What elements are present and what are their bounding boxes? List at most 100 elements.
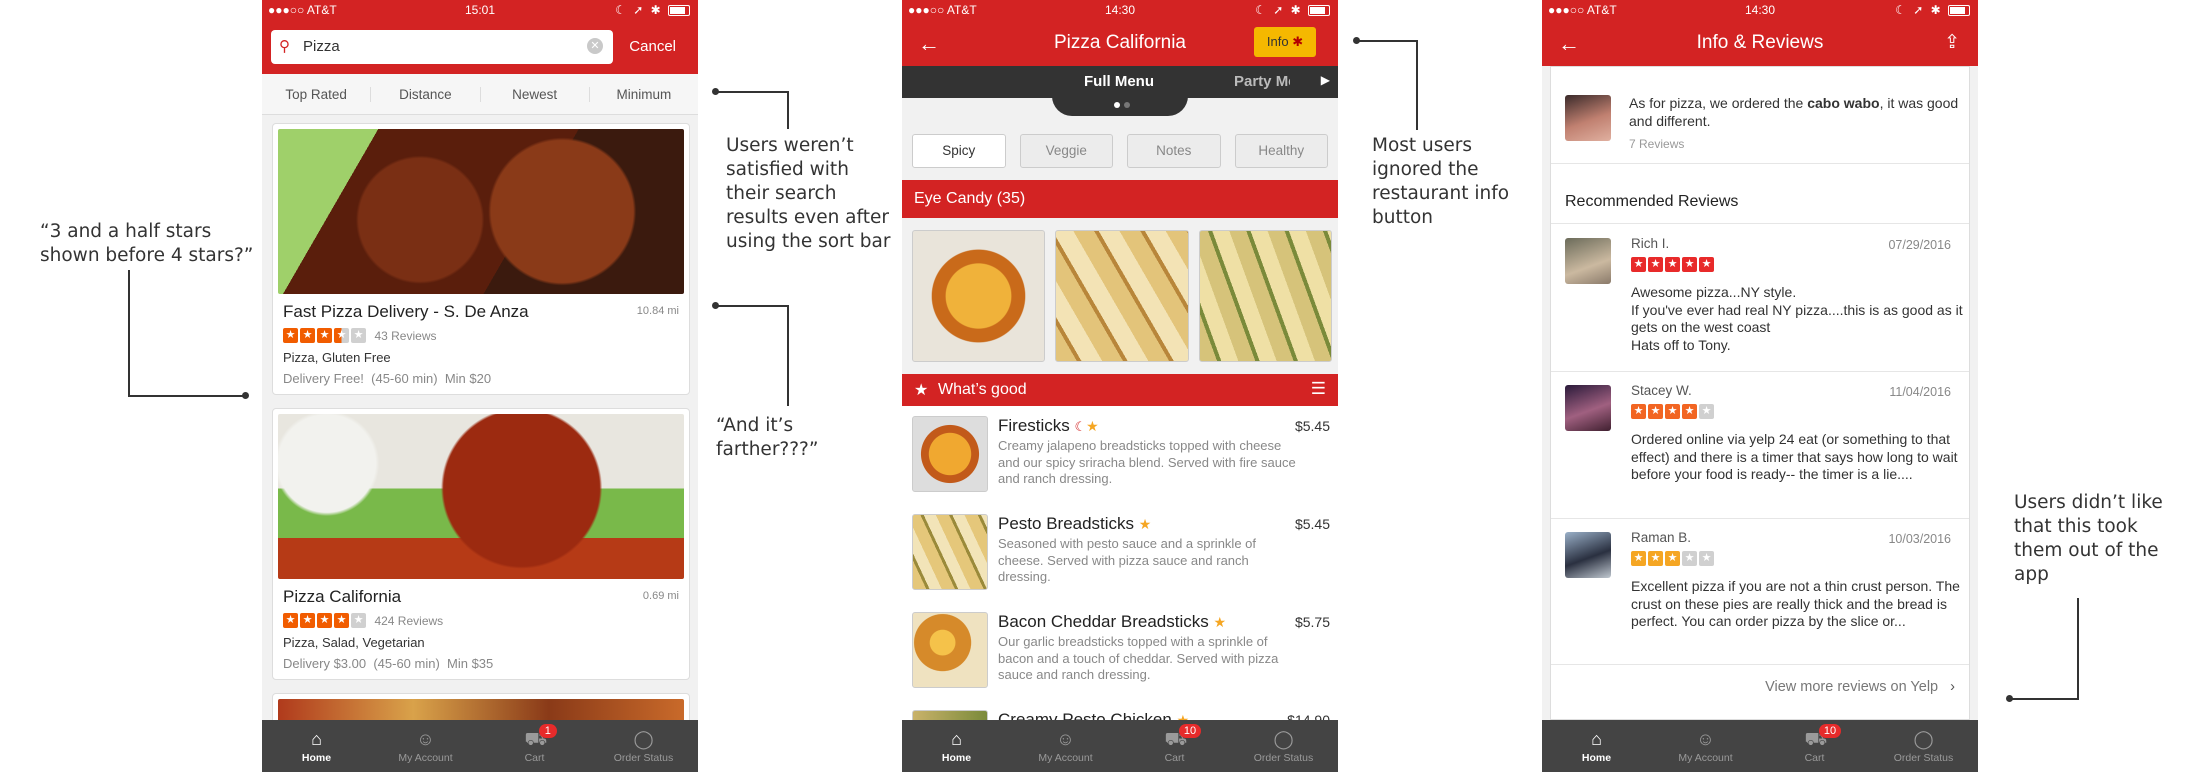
tab-my-account[interactable]: ☺ My Account — [1011, 720, 1120, 772]
search-note-connector — [716, 91, 788, 93]
info-note-connector — [1357, 40, 1417, 42]
tab-home[interactable]: ⌂ Home — [262, 720, 371, 772]
avatar — [1565, 238, 1611, 284]
menu-item[interactable]: Bacon Cheddar Breadsticks ★ $5.75 Our ga… — [902, 602, 1338, 701]
gallery-photo[interactable] — [1055, 230, 1189, 362]
star-icon: ★ — [300, 613, 315, 629]
status-bar: ●●●○○ AT&T 14:30 ☾ ➚ ✱ — [902, 0, 1338, 20]
eye-candy-header[interactable]: Eye Candy (35) — [902, 180, 1338, 218]
filter-healthy[interactable]: Healthy — [1234, 134, 1328, 168]
tab-order-status[interactable]: ◯ Order Status — [1229, 720, 1338, 772]
chat-icon: ◯ — [1273, 729, 1294, 749]
home-icon: ⌂ — [951, 729, 962, 749]
search-icon: ⚲ — [279, 38, 290, 55]
gallery-photo[interactable] — [1198, 230, 1332, 362]
tab-bar: ⌂ Home ☺ My Account ⛟ 10 Cart ◯ Order Status — [1542, 720, 1978, 772]
section-title: Recommended Reviews — [1565, 193, 1739, 210]
restaurant-menu-screen: ●●●○○ AT&T 14:30 ☾ ➚ ✱ ← Pizza Californi… — [902, 0, 1338, 772]
review-item[interactable]: Raman B. 10/03/2016 ★ ★ ★ ★ ★ Excellent pizz… — [1551, 518, 1969, 665]
star-icon: ★ — [1648, 257, 1663, 272]
restaurant-name: Fast Pizza Delivery - S. De Anza — [283, 302, 529, 321]
tab-my-account[interactable]: ☺ My Account — [371, 720, 480, 772]
menu-item[interactable]: Firesticks ☾★ $5.45 Creamy jalapeno brea… — [902, 406, 1338, 505]
star-icon: ★ — [351, 328, 366, 344]
tab-bar: ⌂ Home ☺ My Account ⛟ 1 Cart ◯ Order Status — [262, 720, 698, 772]
share-icon[interactable]: ⇪ — [1944, 31, 1960, 54]
tab-order-status[interactable]: ◯ Order Status — [1869, 720, 1978, 772]
cuisine-tags: Pizza, Salad, Vegetarian — [283, 635, 425, 650]
review-snippet[interactable]: As for pizza, we ordered the cabo wabo, … — [1551, 67, 1969, 164]
delivery-info: Delivery Free! (45-60 min) Min $20 — [283, 371, 492, 386]
tab-order-status[interactable]: ◯ Order Status — [589, 720, 698, 772]
tab-cart[interactable]: ⛟ 1 Cart — [480, 720, 589, 772]
popular-star-icon: ★ — [1086, 418, 1099, 434]
tab-home[interactable]: ⌂ Home — [902, 720, 1011, 772]
review-item[interactable]: Stacey W. 11/04/2016 ★ ★ ★ ★ ★ Ordered onlin… — [1551, 371, 1969, 519]
star-icon: ★ — [1682, 551, 1697, 566]
user-icon: ☺ — [1696, 729, 1715, 749]
filter-veggie[interactable]: Veggie — [1019, 134, 1113, 168]
tab-home[interactable]: ⌂ Home — [1542, 720, 1651, 772]
battery-icon — [668, 5, 690, 17]
star-icon: ★ — [1699, 257, 1714, 272]
star-icon: ★ — [1631, 551, 1646, 566]
filter-spicy[interactable]: Spicy — [912, 134, 1006, 168]
star-icon: ★ — [1631, 404, 1646, 419]
star-icon: ★ — [334, 613, 349, 629]
star-icon: ★ — [1665, 257, 1680, 272]
star-icon: ★ — [1682, 404, 1697, 419]
whats-good-header[interactable]: ★ What’s good ☰ — [902, 374, 1338, 406]
app-note-connector — [2077, 598, 2079, 699]
app-note-connector — [2010, 698, 2079, 700]
chevron-right-icon[interactable]: ▶ — [1321, 73, 1330, 87]
star-icon: ★ — [300, 328, 315, 344]
home-icon: ⌂ — [311, 729, 322, 749]
farther-quote-connector — [787, 305, 789, 406]
sort-top-rated[interactable]: Top Rated — [262, 86, 372, 102]
eye-candy-gallery — [912, 230, 1332, 362]
battery-icon — [1948, 5, 1970, 17]
review-count: 43 Reviews — [374, 328, 437, 343]
star-icon: ★ — [283, 328, 298, 344]
info-reviews-screen: ●●●○○ AT&T 14:30 ☾ ➚ ✱ ← Info & Reviews … — [1542, 0, 1978, 772]
info-button[interactable]: Info ✱ — [1254, 27, 1316, 57]
gallery-photo[interactable] — [912, 230, 1046, 362]
distance-label: 10.84 mi — [636, 305, 679, 317]
chat-icon: ◯ — [1913, 729, 1934, 749]
review-item[interactable]: Rich I. 07/29/2016 ★ ★ ★ ★ ★ Awesome pizza..… — [1551, 224, 1969, 372]
result-card[interactable]: Fast Pizza Delivery - S. De Anza 10.84 m… — [272, 123, 690, 395]
sort-minimum[interactable]: Minimum — [590, 87, 698, 102]
farther-quote-connector — [716, 305, 788, 307]
tab-party-menu[interactable]: Party Me — [1234, 73, 1290, 90]
sort-newest[interactable]: Newest — [481, 86, 590, 102]
menu-item[interactable]: Pesto Breadsticks ★ $5.45 Seasoned with … — [902, 504, 1338, 603]
clear-icon[interactable]: ✕ — [587, 38, 603, 54]
sort-distance[interactable]: Distance — [371, 86, 481, 102]
review-count: 7 Reviews — [1629, 137, 1685, 151]
view-more-reviews-link[interactable]: View more reviews on Yelp › — [1765, 679, 1955, 695]
search-input[interactable]: ⚲ Pizza ✕ — [271, 30, 613, 64]
cancel-button[interactable]: Cancel — [629, 38, 676, 55]
status-bar: ●●●○○ AT&T 14:30 ☾ ➚ ✱ — [1542, 0, 1978, 20]
tab-my-account[interactable]: ☺ My Account — [1651, 720, 1760, 772]
star-icon: ★ — [1665, 551, 1680, 566]
restaurant-photo — [278, 129, 684, 294]
list-icon[interactable]: ☰ — [1311, 379, 1326, 399]
result-card[interactable]: Pizza California 0.69 mi ★ ★ ★ ★ ★ 424 Revie… — [272, 408, 690, 680]
stars-quote-dot — [242, 392, 249, 399]
status-bar: ●●●○○ AT&T 15:01 ☾ ➚ ✱ — [262, 0, 698, 20]
rating-stars: ★ ★ ★ ★ ★ — [1631, 257, 1714, 272]
chevron-right-icon: › — [1950, 679, 1955, 695]
delivery-info: Delivery $3.00 (45-60 min) Min $35 — [283, 656, 494, 671]
star-icon: ★ — [1682, 257, 1697, 272]
rating-stars: ★ ★ ★ ★ ★ — [1631, 551, 1714, 566]
spicy-icon: ☾ — [1074, 419, 1087, 434]
reviews-panel: As for pizza, we ordered the cabo wabo, … — [1550, 66, 1970, 720]
tab-cart[interactable]: ⛟ 10 Cart — [1760, 720, 1869, 772]
info-note-annotation: Most users ignored the restaurant info b… — [1372, 135, 1510, 228]
filter-notes[interactable]: Notes — [1127, 134, 1221, 168]
menu-item-photo — [912, 416, 988, 492]
tab-full-menu[interactable]: Full Menu — [1084, 73, 1154, 90]
star-icon: ★ — [351, 613, 366, 629]
tab-cart[interactable]: ⛟ 10 Cart — [1120, 720, 1229, 772]
